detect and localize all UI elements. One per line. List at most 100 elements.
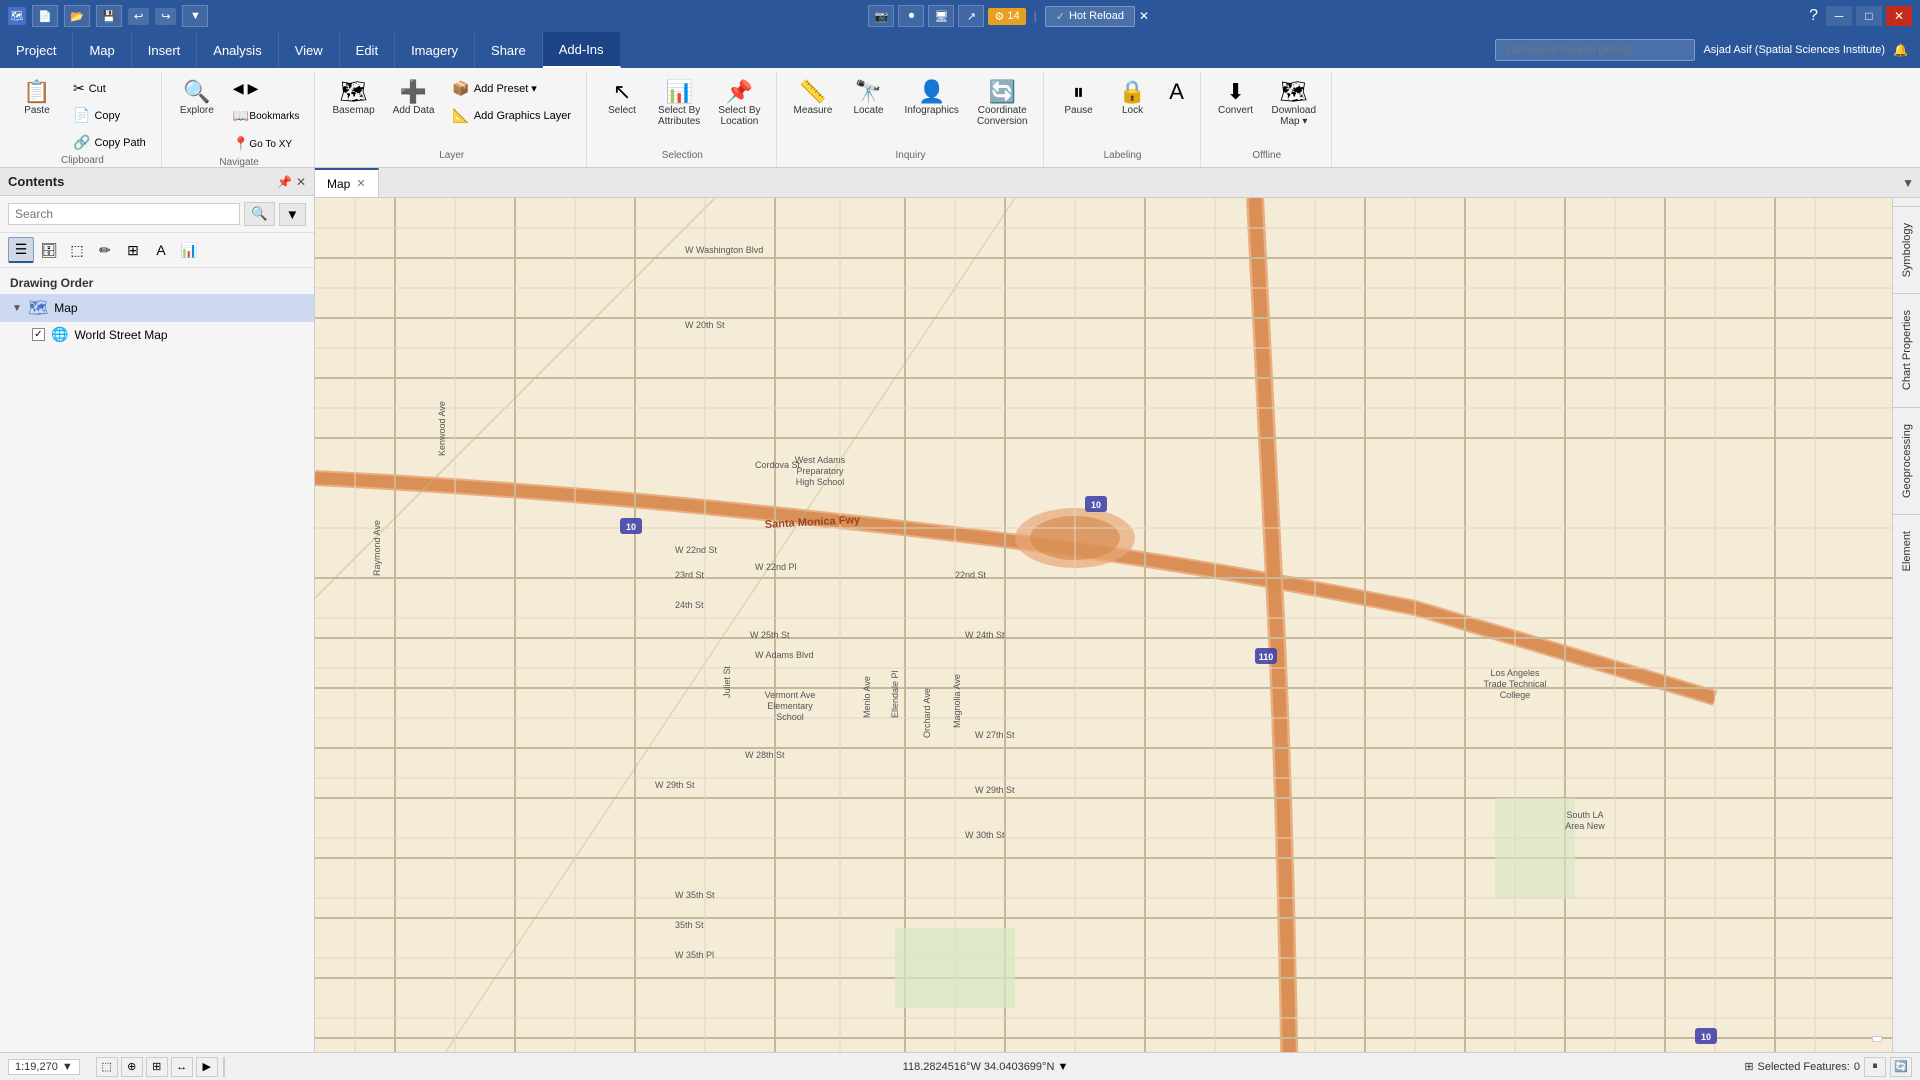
grid-btn[interactable]: ⊞ bbox=[146, 1057, 168, 1077]
hot-reload-close-btn[interactable]: ✕ bbox=[1139, 9, 1149, 23]
open-btn[interactable]: 📂 bbox=[64, 5, 90, 27]
clipboard-label: Clipboard bbox=[61, 155, 104, 168]
menu-tab-edit[interactable]: Edit bbox=[340, 32, 395, 68]
save-btn[interactable]: 💾 bbox=[96, 5, 122, 27]
svg-text:10: 10 bbox=[626, 522, 636, 532]
snapping-btn[interactable]: ✏ bbox=[92, 237, 118, 263]
share-btn[interactable]: ↗ bbox=[958, 5, 984, 27]
add-graphics-icon: 📐 bbox=[452, 107, 469, 124]
record-btn[interactable]: ⏺ bbox=[898, 5, 924, 27]
pause-btn[interactable]: ⏸ Pause bbox=[1054, 76, 1104, 121]
menu-tab-imagery[interactable]: Imagery bbox=[395, 32, 475, 68]
contents-search-btn[interactable]: 🔍 bbox=[244, 202, 275, 226]
map-layer-item[interactable]: ▼ 🗺 Map bbox=[0, 294, 314, 322]
scale-selector[interactable]: 1:19,270 ▼ bbox=[8, 1059, 80, 1075]
locate-btn[interactable]: 🔭 Locate bbox=[843, 76, 893, 121]
add-preset-btn[interactable]: 📦 Add Preset ▾ bbox=[445, 76, 578, 101]
svg-text:W 35th St: W 35th St bbox=[675, 890, 715, 900]
nav-arrow-btn[interactable]: ▶ bbox=[196, 1057, 218, 1077]
new-btn[interactable]: 📄 bbox=[32, 5, 58, 27]
bookmarks-btn[interactable]: 📖 Bookmarks bbox=[226, 103, 307, 129]
select-by-attributes-btn[interactable]: 📊 Select ByAttributes bbox=[651, 76, 707, 132]
chart-properties-label[interactable]: Chart Properties bbox=[1901, 302, 1913, 398]
redo-btn[interactable]: ↪ bbox=[155, 8, 176, 25]
coords-dropdown-btn[interactable]: ▼ bbox=[1057, 1061, 1068, 1073]
menu-tab-addins[interactable]: Add-Ins bbox=[543, 32, 621, 68]
locate-icon: 🔭 bbox=[855, 81, 882, 103]
close-btn[interactable]: ✕ bbox=[1886, 6, 1912, 26]
notifications-btn[interactable]: 🔔 bbox=[1893, 43, 1908, 57]
sidebar-pin-btn[interactable]: 📌 bbox=[277, 175, 292, 189]
maximize-btn[interactable]: □ bbox=[1856, 6, 1882, 26]
element-label[interactable]: Element bbox=[1901, 523, 1913, 579]
user-info[interactable]: Asjad Asif (Spatial Sciences Institute) bbox=[1703, 44, 1885, 56]
labeling-tool-btn[interactable]: A bbox=[148, 237, 174, 263]
undo-btn[interactable]: ↩ bbox=[128, 8, 149, 25]
sidebar-close-btn[interactable]: ✕ bbox=[296, 175, 306, 189]
copy-btn[interactable]: 📄 Copy bbox=[66, 103, 153, 128]
copy-path-btn[interactable]: 🔗 Copy Path bbox=[66, 130, 153, 155]
minimize-btn[interactable]: ─ bbox=[1826, 6, 1852, 26]
selection-btn[interactable]: ⬚ bbox=[64, 237, 90, 263]
select-by-location-btn[interactable]: 📌 Select ByLocation bbox=[711, 76, 767, 132]
rotate-btn[interactable]: ↔ bbox=[171, 1057, 193, 1077]
add-data-btn[interactable]: ➕ Add Data bbox=[386, 76, 442, 121]
explore-btn[interactable]: 🔍 Explore bbox=[172, 76, 222, 121]
sidebar-toolbar: ☰ 🗄 ⬚ ✏ ⊞ A 📊 bbox=[0, 233, 314, 268]
world-street-map-checkbox[interactable]: ✓ bbox=[32, 328, 45, 341]
command-search-input[interactable] bbox=[1495, 39, 1695, 61]
quick-access-btn[interactable]: ▼ bbox=[182, 5, 208, 27]
svg-text:W 29th St: W 29th St bbox=[975, 785, 1015, 795]
svg-text:College: College bbox=[1500, 690, 1531, 700]
menu-tab-view[interactable]: View bbox=[279, 32, 340, 68]
fit-extent-btn[interactable]: ⬚ bbox=[96, 1057, 118, 1077]
menu-tab-share[interactable]: Share bbox=[475, 32, 543, 68]
map-tab[interactable]: Map ✕ bbox=[315, 168, 379, 197]
menu-tab-insert[interactable]: Insert bbox=[132, 32, 198, 68]
ribbon-group-labeling: ⏸ Pause 🔒 Lock A Labeling bbox=[1046, 72, 1201, 167]
map-area[interactable]: 10 10 110 10 Santa Monica Fwy Raymond Av… bbox=[315, 198, 1892, 1052]
measure-btn[interactable]: 📏 Measure bbox=[787, 76, 840, 121]
menu-tab-map[interactable]: Map bbox=[73, 32, 131, 68]
lock-btn[interactable]: 🔒 Lock bbox=[1108, 76, 1158, 121]
infographics-btn[interactable]: 👤 Infographics bbox=[897, 76, 965, 121]
contents-search-input[interactable] bbox=[8, 203, 240, 225]
coordinate-conversion-btn[interactable]: 🔄 CoordinateConversion bbox=[970, 76, 1035, 132]
hot-reload-btn[interactable]: ✓ Hot Reload bbox=[1045, 6, 1135, 27]
paste-btn[interactable]: 📋 Paste bbox=[12, 76, 62, 121]
map-tab-close-btn[interactable]: ✕ bbox=[356, 177, 365, 190]
select-btn[interactable]: ↖ Select bbox=[597, 76, 647, 121]
basemap-icon: 🗺 bbox=[340, 81, 368, 103]
lock-icon: 🔒 bbox=[1119, 81, 1146, 103]
data-source-btn[interactable]: 🗄 bbox=[36, 237, 62, 263]
charts-btn[interactable]: 📊 bbox=[176, 237, 202, 263]
symbology-label[interactable]: Symbology bbox=[1901, 215, 1913, 285]
pause-render-btn[interactable]: ⏸ bbox=[1864, 1057, 1886, 1077]
refresh-btn[interactable]: 🔄 bbox=[1890, 1057, 1912, 1077]
label-more-btn[interactable]: A bbox=[1162, 76, 1192, 110]
help-btn[interactable]: ? bbox=[1809, 7, 1818, 25]
world-street-map-item[interactable]: ✓ 🌐 World Street Map bbox=[0, 322, 314, 347]
menu-tab-analysis[interactable]: Analysis bbox=[197, 32, 278, 68]
screen-btn[interactable]: 🖥 bbox=[928, 5, 954, 27]
clipboard-items: 📋 Paste ✂ Cut 📄 Copy 🔗 Copy Path bbox=[12, 76, 153, 155]
add-graphics-layer-btn[interactable]: 📐 Add Graphics Layer bbox=[445, 103, 578, 128]
download-map-btn[interactable]: 🗺 DownloadMap ▾ bbox=[1265, 76, 1323, 132]
convert-btn[interactable]: ⬇ Convert bbox=[1211, 76, 1261, 121]
navigate-prev-btn[interactable]: ◀ ▶ bbox=[226, 76, 307, 101]
tab-dropdown-btn[interactable]: ▼ bbox=[1896, 168, 1920, 197]
contents-filter-btn[interactable]: ▼ bbox=[279, 203, 306, 226]
gotoxy-icon: 📍 bbox=[233, 136, 250, 152]
drawing-order-btn[interactable]: ☰ bbox=[8, 237, 34, 263]
menu-tab-project[interactable]: Project bbox=[0, 32, 73, 68]
svg-text:Juliet St: Juliet St bbox=[722, 665, 732, 698]
editing-btn[interactable]: ⊞ bbox=[120, 237, 146, 263]
basemap-btn[interactable]: 🗺 Basemap bbox=[325, 76, 381, 121]
hot-reload-badge: ⚙ 14 bbox=[988, 8, 1025, 25]
gotoxy-btn[interactable]: 📍 Go To XY bbox=[226, 131, 307, 157]
zoom-btn[interactable]: ⊕ bbox=[121, 1057, 143, 1077]
snapshot-btn[interactable]: 📷 bbox=[868, 5, 894, 27]
geoprocessing-label[interactable]: Geoprocessing bbox=[1901, 416, 1913, 506]
cut-btn[interactable]: ✂ Cut bbox=[66, 76, 153, 101]
svg-text:22nd St: 22nd St bbox=[955, 570, 987, 580]
